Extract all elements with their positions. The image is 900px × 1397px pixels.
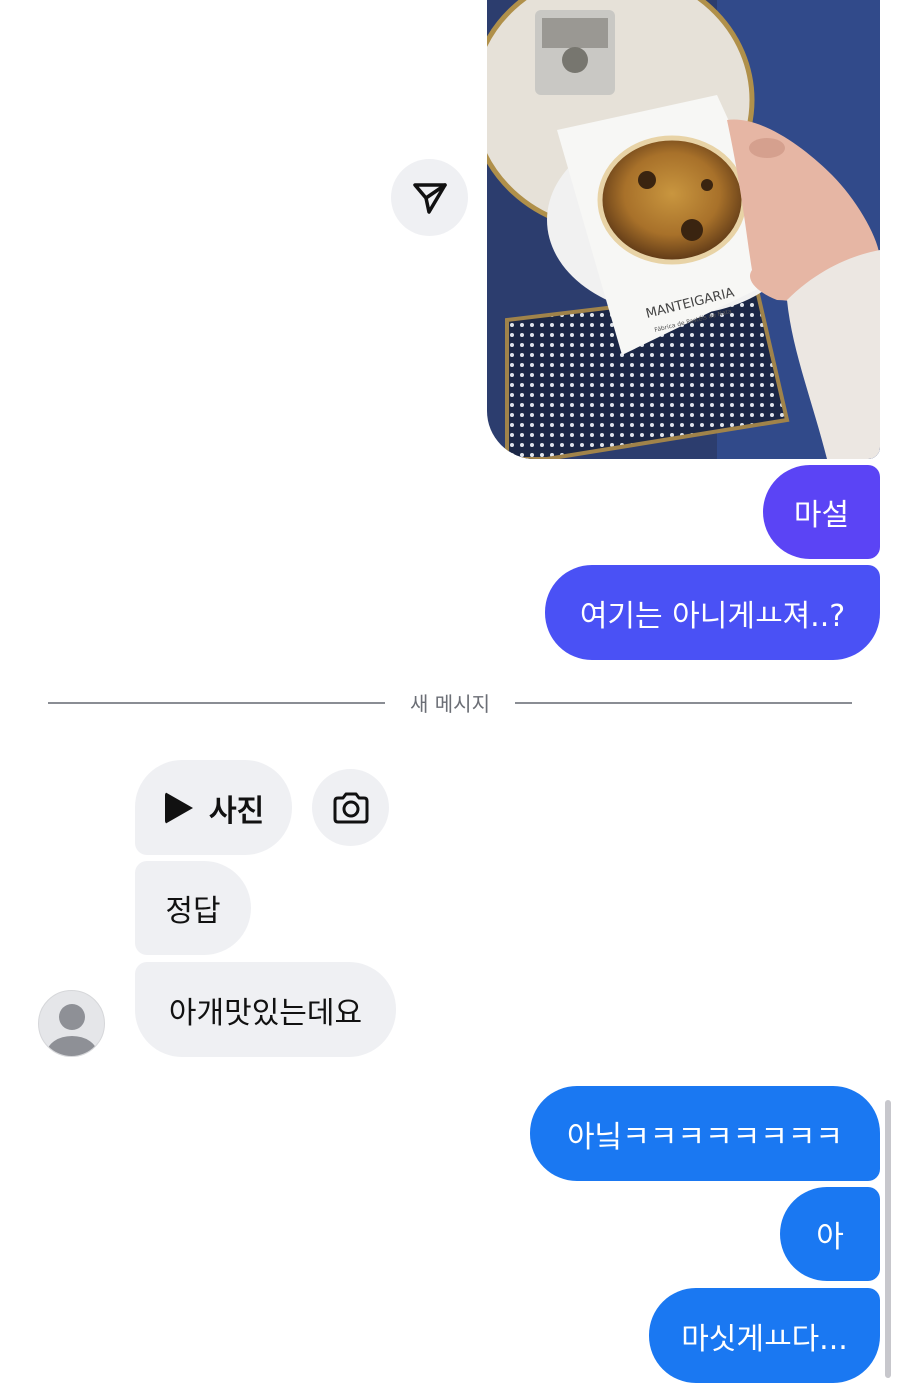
- send-icon: [412, 182, 447, 214]
- scrollbar[interactable]: [885, 1100, 891, 1378]
- sender-avatar[interactable]: [38, 990, 105, 1057]
- camera-icon: [333, 792, 368, 823]
- new-messages-divider-label: 새 메시지: [410, 692, 490, 716]
- outgoing-message[interactable]: 여기는 아니게ㅛ져..?: [545, 565, 880, 660]
- user-avatar-icon: [47, 1004, 97, 1056]
- incoming-message[interactable]: 아개맛있는데요: [135, 962, 396, 1057]
- incoming-message[interactable]: 정답: [135, 861, 251, 955]
- divider-line-left: [48, 702, 385, 704]
- incoming-photo-message[interactable]: 사진: [135, 760, 292, 855]
- camera-button[interactable]: [312, 769, 389, 846]
- shared-photo[interactable]: MANTEIGARIA Fábrica de Pastéis de Nata: [487, 0, 880, 459]
- photo-illustration: MANTEIGARIA Fábrica de Pastéis de Nata: [487, 0, 880, 459]
- outgoing-message[interactable]: 아: [780, 1187, 880, 1281]
- photo-label: 사진: [209, 793, 265, 829]
- outgoing-message[interactable]: 아닠ㅋㅋㅋㅋㅋㅋㅋㅋ: [530, 1086, 880, 1181]
- divider-line-right: [515, 702, 852, 704]
- outgoing-message[interactable]: 마설: [763, 465, 880, 559]
- outgoing-message[interactable]: 마싯게ㅛ다...: [649, 1288, 880, 1383]
- share-button[interactable]: [391, 159, 468, 236]
- play-icon: [165, 791, 193, 824]
